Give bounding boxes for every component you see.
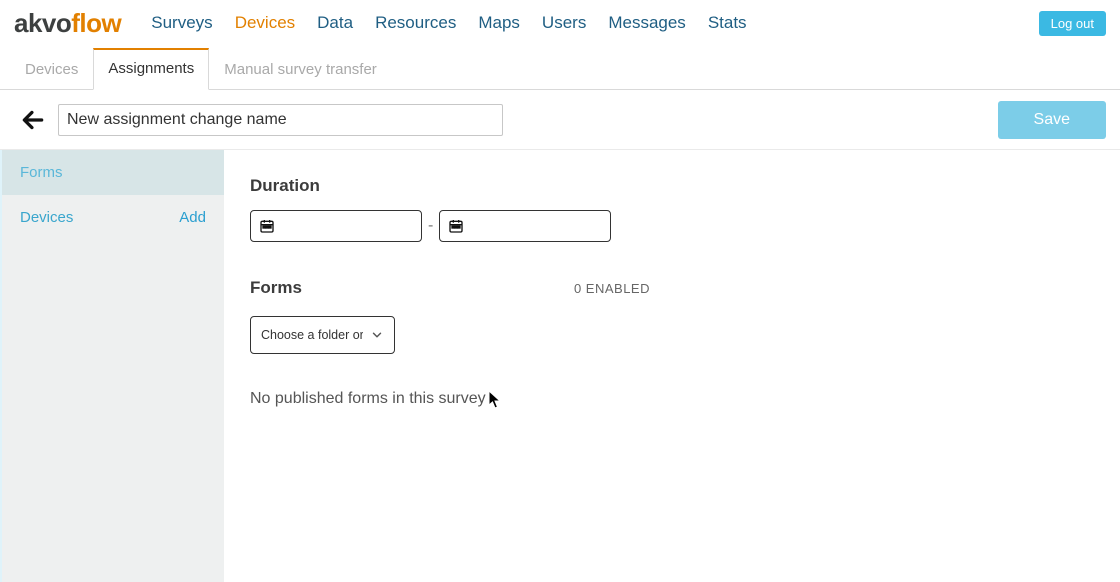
forms-heading: Forms — [250, 278, 302, 298]
forms-header-row: Forms 0 ENABLED — [250, 278, 650, 298]
duration-heading: Duration — [250, 176, 1094, 196]
logout-button[interactable]: Log out — [1039, 11, 1106, 36]
sidebar-item-devices[interactable]: Devices Add — [2, 195, 224, 240]
chevron-down-icon — [370, 328, 384, 342]
no-forms-message: No published forms in this survey — [250, 390, 1094, 408]
assignment-body: Forms Devices Add Duration - — [0, 150, 1120, 582]
nav-surveys[interactable]: Surveys — [151, 13, 212, 33]
back-arrow-icon[interactable] — [20, 107, 46, 133]
tab-assignments[interactable]: Assignments — [93, 48, 209, 90]
duration-row: - — [250, 210, 1094, 242]
logo-text-1: akvo — [14, 8, 71, 38]
logo[interactable]: akvoflow — [14, 8, 121, 39]
save-button[interactable]: Save — [998, 101, 1106, 139]
forms-enabled-count: 0 ENABLED — [574, 281, 650, 296]
sidebar-item-forms[interactable]: Forms — [2, 150, 224, 195]
assignment-content: Duration - — [224, 150, 1120, 582]
date-range-separator: - — [428, 217, 433, 235]
add-devices-link[interactable]: Add — [179, 209, 206, 226]
nav-messages[interactable]: Messages — [608, 13, 685, 33]
folder-select-label: Choose a folder or sur — [261, 328, 363, 342]
tab-devices[interactable]: Devices — [10, 50, 93, 90]
sub-tabs: Devices Assignments Manual survey transf… — [0, 46, 1120, 90]
assignment-sidebar: Forms Devices Add — [0, 150, 224, 582]
start-date-input[interactable] — [250, 210, 422, 242]
assignment-header: Save — [0, 90, 1120, 150]
calendar-icon — [448, 218, 464, 234]
sidebar-item-label: Devices — [20, 209, 73, 226]
nav-resources[interactable]: Resources — [375, 13, 456, 33]
nav-stats[interactable]: Stats — [708, 13, 747, 33]
main-nav: Surveys Devices Data Resources Maps User… — [151, 13, 1038, 33]
top-nav: akvoflow Surveys Devices Data Resources … — [0, 0, 1120, 46]
assignment-name-input[interactable] — [58, 104, 503, 136]
calendar-icon — [259, 218, 275, 234]
sidebar-item-label: Forms — [20, 164, 63, 181]
logo-text-2: flow — [71, 8, 121, 38]
tab-manual-transfer[interactable]: Manual survey transfer — [209, 50, 392, 90]
nav-maps[interactable]: Maps — [478, 13, 520, 33]
nav-data[interactable]: Data — [317, 13, 353, 33]
nav-devices[interactable]: Devices — [235, 13, 295, 33]
folder-survey-select[interactable]: Choose a folder or sur — [250, 316, 395, 354]
nav-users[interactable]: Users — [542, 13, 586, 33]
end-date-input[interactable] — [439, 210, 611, 242]
